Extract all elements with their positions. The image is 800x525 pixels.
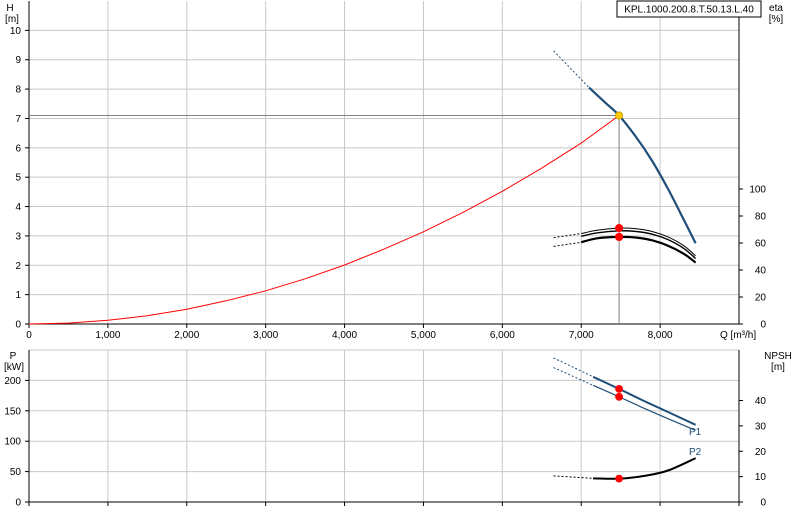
pump-head-curve	[588, 86, 697, 244]
head-y-tick-label: 6	[15, 143, 21, 154]
head-chart-axes: 0123456789100204060801000 1,000 2,000 3,000…	[10, 1, 767, 341]
power-point-marker	[615, 474, 623, 483]
operating-point-marker	[614, 111, 624, 120]
efficiency-point-marker	[614, 232, 624, 242]
power-npsh-chart-series	[553, 357, 697, 483]
eta-y-tick-label: 60	[755, 239, 767, 250]
y-right-label-unit: [%]	[769, 14, 784, 25]
head-chart: 0123456789100204060801000 1,000 2,000 3,000…	[5, 0, 783, 341]
head-x-tick-label: 8,000	[648, 330, 673, 341]
head-y-tick-label: 3	[15, 231, 21, 242]
power-point-marker	[615, 385, 623, 393]
y-right-label-symbol: eta	[769, 3, 783, 14]
head-y-tick-label: 8	[15, 85, 21, 96]
efficiency-2-extension	[553, 241, 582, 247]
model-label: KPL.1000.200.8.T.50.13.L.40	[624, 5, 754, 16]
npsh-axis-label-unit: [m]	[771, 362, 785, 373]
head-x-tick-label: 0	[26, 330, 32, 341]
head-y-tick-label: 9	[15, 55, 21, 66]
p-axis-label-symbol: P	[10, 351, 17, 362]
system-curve-curve	[28, 115, 620, 325]
series-label-p2: P2	[689, 447, 702, 458]
head-x-tick-label: 3,000	[253, 330, 278, 341]
y-left-label-symbol: H	[6, 3, 13, 14]
eta-y-tick-label: 0	[760, 320, 766, 331]
p-y-tick-label: 100	[4, 437, 21, 448]
x-axis-label: Q [m³/h]	[720, 330, 756, 341]
y-left-label-unit: [m]	[5, 14, 19, 25]
p2-extension	[553, 367, 594, 386]
power-npsh-chart-labels: P [kW] NPSH [m] P1 P2	[4, 351, 792, 458]
npsh-y-tick-label: 10	[755, 472, 767, 483]
pump-curve-svg: 0123456789100204060801000 1,000 2,000 3,000…	[4, 0, 792, 509]
head-chart-labels: H [m] eta [%] Q [m³/h]	[5, 3, 783, 341]
p1-extension	[553, 357, 594, 378]
p-y-tick-label: 0	[15, 498, 21, 509]
npsh-axis-label-symbol: NPSH	[764, 351, 792, 362]
npsh-y-tick-label: 0	[760, 498, 766, 509]
npsh-y-tick-label: 40	[755, 396, 767, 407]
p-y-tick-label: 150	[4, 406, 21, 417]
head-chart-grid	[28, 1, 740, 325]
p1-curve	[592, 375, 697, 426]
head-y-tick-label: 7	[15, 114, 21, 125]
model-label-box: KPL.1000.200.8.T.50.13.L.40	[616, 0, 762, 18]
p-y-tick-label: 200	[4, 376, 21, 387]
eta-y-tick-label: 80	[755, 212, 767, 223]
head-x-tick-label: 1,000	[95, 330, 120, 341]
p-y-tick-label: 50	[10, 467, 22, 478]
head-y-tick-label: 1	[15, 290, 21, 301]
head-y-tick-label: 10	[10, 26, 22, 37]
head-y-tick-label: 5	[15, 173, 21, 184]
npsh-y-tick-label: 30	[755, 421, 767, 432]
head-y-tick-label: 2	[15, 261, 21, 272]
head-x-tick-label: 6,000	[490, 330, 515, 341]
head-x-tick-label: 4,000	[332, 330, 357, 341]
eta-y-tick-label: 40	[755, 266, 767, 277]
efficiency-point-marker	[614, 224, 624, 233]
power-npsh-chart: 0 50 100 150 200 0 10 20 30 40 P [kW] NPSH [m] P1…	[4, 349, 792, 509]
eta-y-tick-label: 100	[749, 185, 766, 196]
power-point-marker	[615, 392, 623, 401]
npsh-y-tick-label: 20	[755, 447, 767, 458]
power-npsh-chart-grid	[28, 349, 740, 503]
pump-curve-figure: 0 1 2 3 4 5 6 7 8 9 10 0 20 40 60 80 100 0 1,000 2,000 3,000…	[0, 0, 800, 520]
head-x-tick-label: 7,000	[569, 330, 594, 341]
power-npsh-chart-axes: 0 50 100 150 200 0 10 20 30 40	[4, 350, 766, 509]
npsh-curve	[593, 457, 697, 480]
head-chart-series	[28, 50, 697, 325]
head-x-tick-label: 2,000	[174, 330, 199, 341]
eta-y-tick-label: 20	[755, 293, 767, 304]
p-axis-label-unit: [kW]	[4, 362, 24, 373]
efficiency-1-curve-inner	[581, 230, 697, 260]
head-x-tick-label: 5,000	[411, 330, 436, 341]
head-y-tick-label: 0	[15, 320, 21, 331]
series-label-p1: P1	[689, 427, 702, 438]
head-y-tick-label: 4	[15, 202, 21, 213]
pump-head-extension	[553, 50, 590, 88]
p2-curve	[592, 384, 696, 431]
efficiency-2-curve	[580, 235, 697, 264]
npsh-extension	[553, 475, 594, 479]
